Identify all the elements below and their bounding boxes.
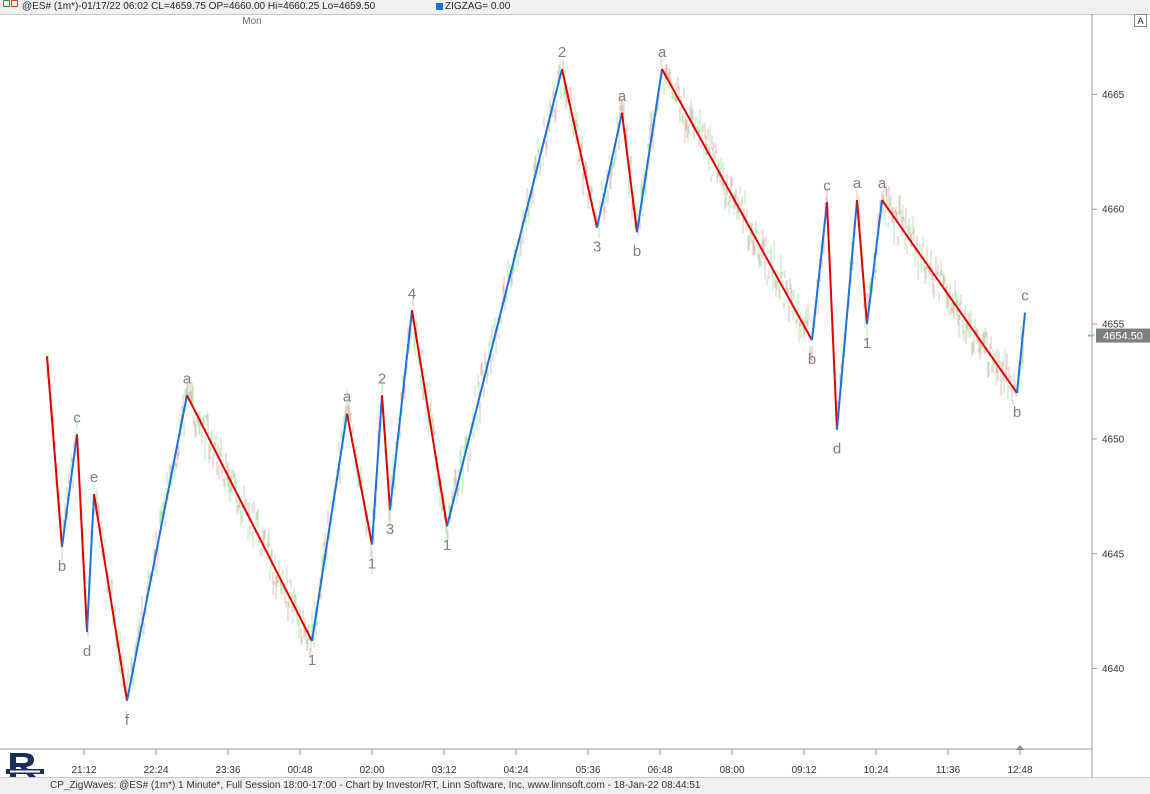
price-tick-label: 4660 bbox=[1102, 205, 1125, 216]
status-bar: CP_ZigWaves: @ES# (1m*) 1 Minute*, Full … bbox=[0, 777, 1150, 794]
last-price-marker: 4654.50 bbox=[1088, 328, 1150, 343]
zigzag-segment bbox=[856, 199, 868, 325]
wave-label: a bbox=[878, 175, 887, 192]
price-tick-label: 4665 bbox=[1102, 90, 1125, 101]
time-tick-label: 04:24 bbox=[503, 765, 528, 776]
wave-labels: b c d e f a 1 a 1 2 3 4 1 2 3 a b a b c d a 1 a b c bbox=[58, 44, 1029, 729]
time-tick-label: 09:12 bbox=[791, 765, 816, 776]
zigzag-segment bbox=[636, 68, 663, 233]
zigzag-segment bbox=[86, 493, 95, 632]
zigzag-segment bbox=[836, 199, 858, 430]
wave-label: 1 bbox=[368, 556, 376, 573]
price-bars bbox=[46, 49, 1025, 719]
zigzag-segment bbox=[411, 310, 448, 527]
time-tick-label: 05:36 bbox=[575, 765, 600, 776]
wave-label: c bbox=[1021, 288, 1029, 305]
zigzag-segment bbox=[371, 395, 383, 545]
time-tick-label: 10:24 bbox=[863, 765, 888, 776]
zigzag-segment bbox=[826, 202, 838, 430]
time-tick-label: 12:48 bbox=[1007, 765, 1032, 776]
wave-label: c bbox=[823, 177, 831, 194]
zigzag-segment bbox=[126, 395, 188, 701]
wave-label: a bbox=[853, 175, 862, 192]
zigzag-segment bbox=[93, 493, 128, 701]
wave-label: b bbox=[1013, 404, 1021, 421]
price-tick-label: 4640 bbox=[1102, 664, 1125, 675]
last-price-label: 4654.50 bbox=[1103, 331, 1143, 343]
zigzag-segment bbox=[596, 112, 623, 228]
time-tick-label: 02:00 bbox=[359, 765, 384, 776]
time-tick-label: 08:00 bbox=[719, 765, 744, 776]
zigzag-segment bbox=[46, 356, 63, 547]
wave-label: b bbox=[633, 243, 641, 260]
zigzag-segment bbox=[346, 413, 373, 545]
wave-label: 4 bbox=[408, 285, 416, 302]
zigzag-segment bbox=[76, 434, 88, 632]
price-axis: 464046454650465546604665 bbox=[1092, 90, 1125, 675]
zigzag-segment bbox=[866, 199, 883, 325]
wave-label: 3 bbox=[593, 239, 601, 256]
wave-label: a bbox=[343, 389, 352, 406]
price-chart[interactable]: b c d e f a 1 a 1 2 3 4 1 2 3 a b a b c d a 1 a b c 4640 4645 4650 4… bbox=[0, 0, 1150, 777]
zigzag-segment bbox=[446, 68, 563, 527]
zigzag-segment bbox=[61, 434, 78, 548]
wave-label: 3 bbox=[386, 521, 394, 538]
time-tick-label: 06:48 bbox=[647, 765, 672, 776]
wave-label: 1 bbox=[308, 652, 316, 669]
zigzag-segment bbox=[881, 199, 1018, 394]
zigzag-segment bbox=[561, 68, 598, 228]
zigzag-segment bbox=[381, 395, 391, 511]
zigzag-segment bbox=[1016, 312, 1026, 394]
wave-label: a bbox=[658, 44, 667, 61]
wave-label: f bbox=[125, 712, 130, 729]
zigzag-segment bbox=[811, 202, 828, 341]
zigzag-segment bbox=[311, 413, 348, 642]
wave-label: d bbox=[833, 441, 841, 458]
footer-text: CP_ZigWaves: @ES# (1m*) 1 Minute*, Full … bbox=[50, 780, 701, 791]
price-tick-label: 4650 bbox=[1102, 434, 1125, 445]
wave-label: 1 bbox=[443, 537, 451, 554]
zigzag-segment bbox=[661, 68, 813, 341]
time-tick-label: 21:12 bbox=[71, 765, 96, 776]
time-tick-label: 03:12 bbox=[431, 765, 456, 776]
time-tick-label: 11:36 bbox=[936, 765, 961, 776]
time-axis: 21:12 22:24 23:36 00:48 02:00 03:12 04:24 05:36… bbox=[71, 749, 1033, 776]
wave-label: a bbox=[183, 370, 192, 387]
zigzag-segment bbox=[389, 310, 413, 511]
wave-label: 2 bbox=[558, 44, 566, 61]
wave-label: c bbox=[73, 409, 81, 426]
scroll-marker-icon[interactable] bbox=[1016, 745, 1024, 750]
time-tick-label: 00:48 bbox=[287, 765, 312, 776]
price-tick-label: 4645 bbox=[1102, 549, 1125, 560]
wave-label: b bbox=[58, 558, 66, 575]
time-tick-label: 22:24 bbox=[143, 765, 168, 776]
wave-label: b bbox=[808, 351, 816, 368]
zigzag-segment bbox=[621, 112, 638, 233]
wave-label: a bbox=[618, 88, 627, 105]
wave-label: e bbox=[90, 469, 98, 486]
time-tick-label: 23:36 bbox=[215, 765, 240, 776]
wave-label: d bbox=[83, 643, 91, 660]
wave-label: 2 bbox=[378, 370, 386, 387]
wave-label: 1 bbox=[863, 335, 871, 352]
zigzag-segment bbox=[186, 394, 313, 642]
day-label: Mon bbox=[242, 16, 261, 27]
